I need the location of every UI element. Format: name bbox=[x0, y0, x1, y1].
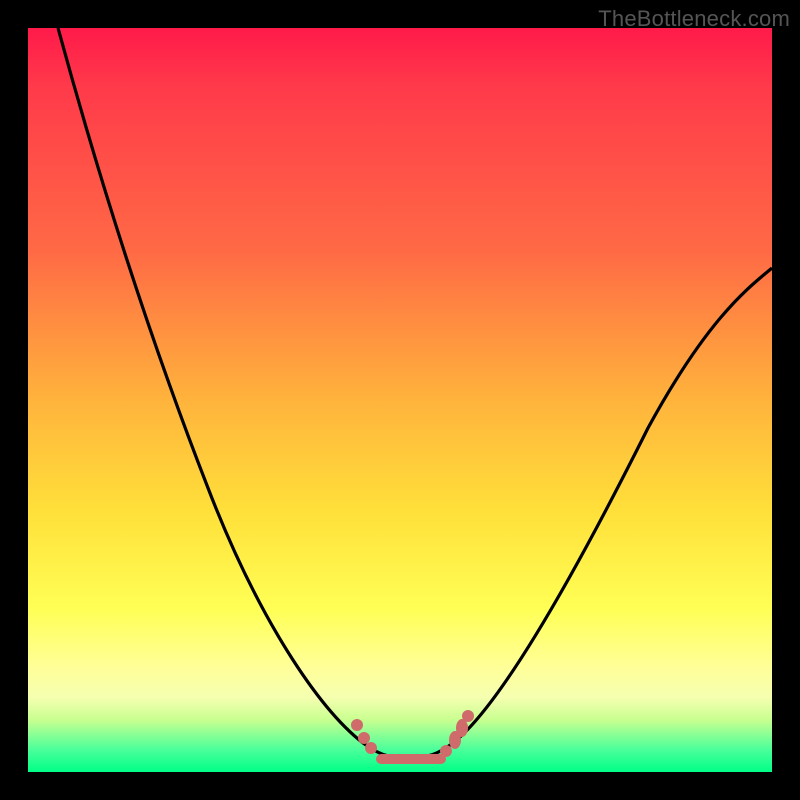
watermark-text: TheBottleneck.com bbox=[598, 6, 790, 32]
chart-frame: TheBottleneck.com bbox=[0, 0, 800, 800]
marker-segment bbox=[376, 754, 446, 764]
curve-layer bbox=[28, 28, 772, 772]
marker-dot bbox=[462, 710, 474, 722]
marker-dot bbox=[365, 742, 377, 754]
plot-area bbox=[28, 28, 772, 772]
marker-group bbox=[351, 710, 474, 764]
marker-dot bbox=[358, 732, 370, 744]
marker-dot bbox=[440, 745, 452, 757]
marker-dot bbox=[351, 719, 363, 731]
main-curve bbox=[58, 28, 772, 758]
